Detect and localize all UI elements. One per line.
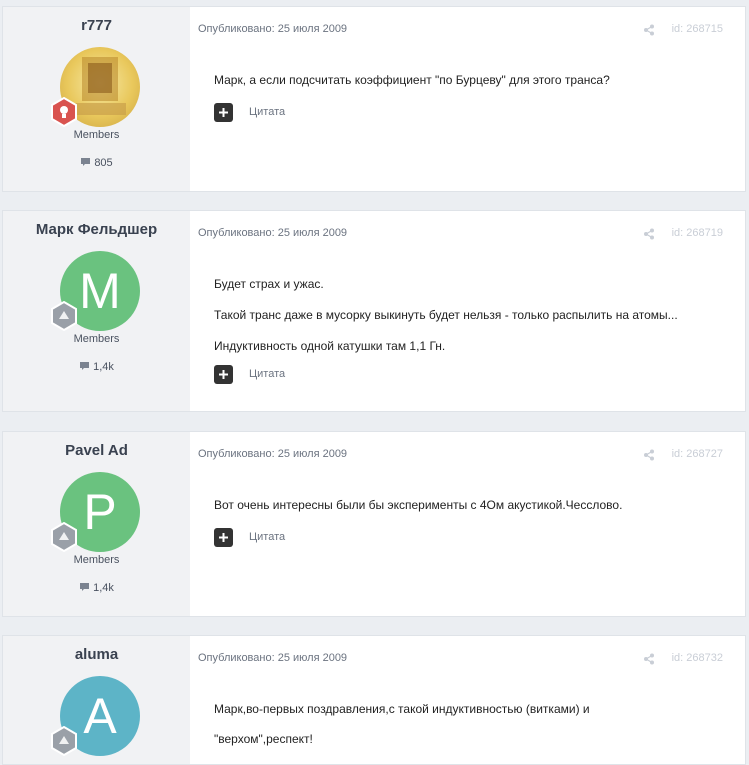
rank-badge-icon	[49, 301, 79, 331]
author-name[interactable]: aluma	[3, 646, 190, 663]
post-content: Марк, а если подсчитать коэффициент "по …	[214, 73, 725, 104]
quote-link[interactable]: Цитата	[249, 531, 285, 543]
comment-icon	[79, 582, 90, 595]
post-paragraph: Вот очень интересны были бы эксперименты…	[214, 498, 623, 512]
quote-button[interactable]	[214, 365, 233, 384]
published-date: Опубликовано: 25 июля 2009	[198, 448, 348, 460]
author-panel: Марк Фельдшер M Members 1,4k	[3, 211, 190, 411]
published-date: Опубликовано: 25 июля 2009	[198, 652, 348, 664]
comment-icon	[79, 361, 90, 374]
post-id[interactable]: id: 268715	[672, 23, 723, 35]
post-paragraph: Марк,во-первых поздравления,с такой инду…	[214, 702, 590, 716]
quote-link[interactable]: Цитата	[249, 368, 285, 380]
post-paragraph: Марк, а если подсчитать коэффициент "по …	[214, 73, 610, 87]
author-panel: Pavel Ad P Members 1,4k	[3, 432, 190, 616]
post-paragraph: Индуктивность одной катушки там 1,1 Гн.	[214, 339, 446, 353]
post-paragraph: Будет страх и ужас.	[214, 277, 324, 291]
quote-link[interactable]: Цитата	[249, 106, 285, 118]
post-count: 1,4k	[3, 582, 190, 595]
comment-icon	[80, 157, 91, 170]
share-icon[interactable]	[643, 23, 655, 36]
post-id[interactable]: id: 268719	[672, 227, 723, 239]
post-id[interactable]: id: 268732	[672, 652, 723, 664]
author-name[interactable]: r777	[3, 17, 190, 34]
plus-icon	[219, 108, 228, 117]
post-id[interactable]: id: 268727	[672, 448, 723, 460]
share-icon[interactable]	[643, 227, 655, 240]
rank-badge-icon	[49, 522, 79, 552]
author-name[interactable]: Pavel Ad	[3, 442, 190, 459]
plus-icon	[219, 370, 228, 379]
member-group: Members	[73, 129, 120, 141]
share-icon[interactable]	[643, 652, 655, 665]
post-paragraph: Такой транс даже в мусорку выкинуть буде…	[214, 308, 678, 322]
post-count: 1,4k	[3, 361, 190, 374]
share-icon[interactable]	[643, 448, 655, 461]
post-paragraph: "верхом",респект!	[214, 732, 313, 746]
post: aluma A Опубликовано: 25 июля 2009 id: 2…	[2, 635, 746, 765]
author-panel: aluma A	[3, 636, 190, 764]
published-date: Опубликовано: 25 июля 2009	[198, 23, 348, 35]
post: Марк Фельдшер M Members 1,4k Опубликован…	[2, 210, 746, 412]
post-content: Будет страх и ужас. Такой транс даже в м…	[214, 277, 725, 370]
author-panel: r777 Members 805	[3, 7, 190, 191]
quote-button[interactable]	[214, 528, 233, 547]
post-count: 805	[3, 157, 190, 170]
quote-button[interactable]	[214, 103, 233, 122]
plus-icon	[219, 533, 228, 542]
rank-badge-icon	[49, 97, 79, 127]
post: Pavel Ad P Members 1,4k Опубликовано: 25…	[2, 431, 746, 617]
author-name[interactable]: Марк Фельдшер	[3, 221, 190, 238]
post-content: Марк,во-первых поздравления,с такой инду…	[214, 702, 725, 763]
member-group: Members	[73, 333, 120, 345]
rank-badge-icon	[49, 726, 79, 756]
post: r777 Members 805 Опубликовано: 25 июля 2…	[2, 6, 746, 192]
post-content: Вот очень интересны были бы эксперименты…	[214, 498, 725, 529]
member-group: Members	[73, 554, 120, 566]
published-date: Опубликовано: 25 июля 2009	[198, 227, 348, 239]
